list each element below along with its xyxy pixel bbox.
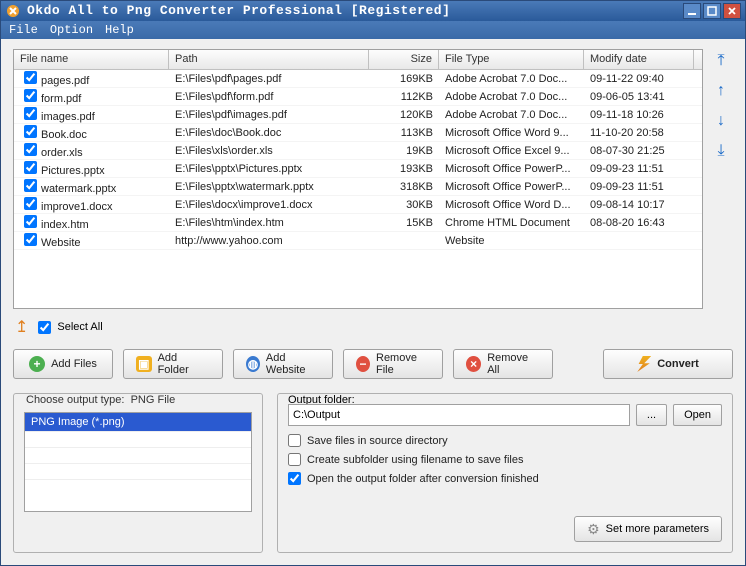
remove-all-button[interactable]: ×Remove All: [453, 349, 553, 379]
lower-panels: Choose output type: PNG File PNG Image (…: [13, 393, 733, 553]
select-all-row: ↥ Select All: [13, 315, 733, 339]
row-checkbox[interactable]: [24, 197, 37, 210]
save-in-source-label: Save files in source directory: [307, 435, 448, 447]
row-checkbox[interactable]: [24, 143, 37, 156]
table-row[interactable]: Pictures.pptxE:\Files\pptx\Pictures.pptx…: [14, 160, 702, 178]
folder-icon: ▣: [136, 356, 152, 372]
row-checkbox[interactable]: [24, 125, 37, 138]
convert-button[interactable]: Convert: [603, 349, 733, 379]
table-row[interactable]: watermark.pptxE:\Files\pptx\watermark.pp…: [14, 178, 702, 196]
x-icon: ×: [466, 356, 481, 372]
content-area: File name Path Size File Type Modify dat…: [1, 39, 745, 565]
table-row[interactable]: form.pdfE:\Files\pdf\form.pdf112KBAdobe …: [14, 88, 702, 106]
open-after-label: Open the output folder after conversion …: [307, 473, 539, 485]
lightning-icon: [637, 356, 651, 372]
table-row[interactable]: order.xlsE:\Files\xls\order.xls19KBMicro…: [14, 142, 702, 160]
output-type-label: Choose output type: PNG File: [26, 394, 252, 406]
output-type-list[interactable]: PNG Image (*.png): [24, 412, 252, 512]
output-folder-row: ... Open: [288, 404, 722, 426]
minus-icon: −: [356, 356, 370, 372]
open-after-checkbox[interactable]: [288, 472, 301, 485]
up-arrow-icon: ↥: [15, 317, 28, 337]
window-title: Okdo All to Png Converter Professional […: [27, 3, 681, 18]
create-subfolder-checkbox[interactable]: [288, 453, 301, 466]
col-type[interactable]: File Type: [439, 50, 584, 69]
file-panel: File name Path Size File Type Modify dat…: [13, 49, 733, 309]
app-window: Okdo All to Png Converter Professional […: [0, 0, 746, 566]
row-checkbox[interactable]: [24, 161, 37, 174]
menu-file[interactable]: File: [9, 23, 38, 37]
col-date[interactable]: Modify date: [584, 50, 694, 69]
row-checkbox[interactable]: [24, 179, 37, 192]
select-all-label: Select All: [57, 321, 102, 333]
table-row[interactable]: Book.docE:\Files\doc\Book.doc113KBMicros…: [14, 124, 702, 142]
file-list-header: File name Path Size File Type Modify dat…: [14, 50, 702, 70]
table-row[interactable]: pages.pdfE:\Files\pdf\pages.pdf169KBAdob…: [14, 70, 702, 88]
open-folder-button[interactable]: Open: [673, 404, 722, 426]
maximize-button[interactable]: [703, 3, 721, 19]
gear-icon: ⚙: [587, 521, 600, 538]
move-up-button[interactable]: ↑: [711, 81, 731, 101]
set-more-parameters-button[interactable]: ⚙Set more parameters: [574, 516, 722, 542]
output-folder-input[interactable]: [288, 404, 630, 426]
add-files-button[interactable]: +Add Files: [13, 349, 113, 379]
globe-icon: ◍: [246, 356, 260, 372]
row-checkbox[interactable]: [24, 215, 37, 228]
table-row[interactable]: images.pdfE:\Files\pdf\images.pdf120KBAd…: [14, 106, 702, 124]
browse-button[interactable]: ...: [636, 404, 667, 426]
menu-bar: File Option Help: [1, 21, 745, 39]
table-row[interactable]: index.htmE:\Files\htm\index.htm15KBChrom…: [14, 214, 702, 232]
table-row[interactable]: improve1.docxE:\Files\docx\improve1.docx…: [14, 196, 702, 214]
row-checkbox[interactable]: [24, 233, 37, 246]
close-button[interactable]: [723, 3, 741, 19]
minimize-button[interactable]: [683, 3, 701, 19]
row-checkbox[interactable]: [24, 71, 37, 84]
add-folder-button[interactable]: ▣Add Folder: [123, 349, 223, 379]
reorder-controls: ⤒ ↑ ↓ ⤓: [709, 49, 733, 309]
remove-file-button[interactable]: −Remove File: [343, 349, 443, 379]
row-checkbox[interactable]: [24, 107, 37, 120]
menu-option[interactable]: Option: [50, 23, 93, 37]
save-in-source-checkbox[interactable]: [288, 434, 301, 447]
file-list-body[interactable]: pages.pdfE:\Files\pdf\pages.pdf169KBAdob…: [14, 70, 702, 308]
move-bottom-button[interactable]: ⤓: [711, 141, 731, 161]
output-type-panel: Choose output type: PNG File PNG Image (…: [13, 393, 263, 553]
move-top-button[interactable]: ⤒: [711, 51, 731, 71]
col-size[interactable]: Size: [369, 50, 439, 69]
row-checkbox[interactable]: [24, 89, 37, 102]
col-path[interactable]: Path: [169, 50, 369, 69]
output-type-option[interactable]: PNG Image (*.png): [25, 413, 251, 431]
plus-icon: +: [29, 356, 45, 372]
col-filename[interactable]: File name: [14, 50, 169, 69]
add-website-button[interactable]: ◍Add Website: [233, 349, 333, 379]
menu-help[interactable]: Help: [105, 23, 134, 37]
table-row[interactable]: Websitehttp://www.yahoo.comWebsite: [14, 232, 702, 250]
move-down-button[interactable]: ↓: [711, 111, 731, 131]
app-logo-icon: [5, 3, 21, 19]
select-all-checkbox[interactable]: [38, 321, 51, 334]
action-button-row: +Add Files ▣Add Folder ◍Add Website −Rem…: [13, 349, 733, 379]
file-list: File name Path Size File Type Modify dat…: [13, 49, 703, 309]
titlebar: Okdo All to Png Converter Professional […: [1, 1, 745, 21]
output-folder-panel: Output folder: ... Open Save files in so…: [277, 393, 733, 553]
create-subfolder-label: Create subfolder using filename to save …: [307, 454, 523, 466]
